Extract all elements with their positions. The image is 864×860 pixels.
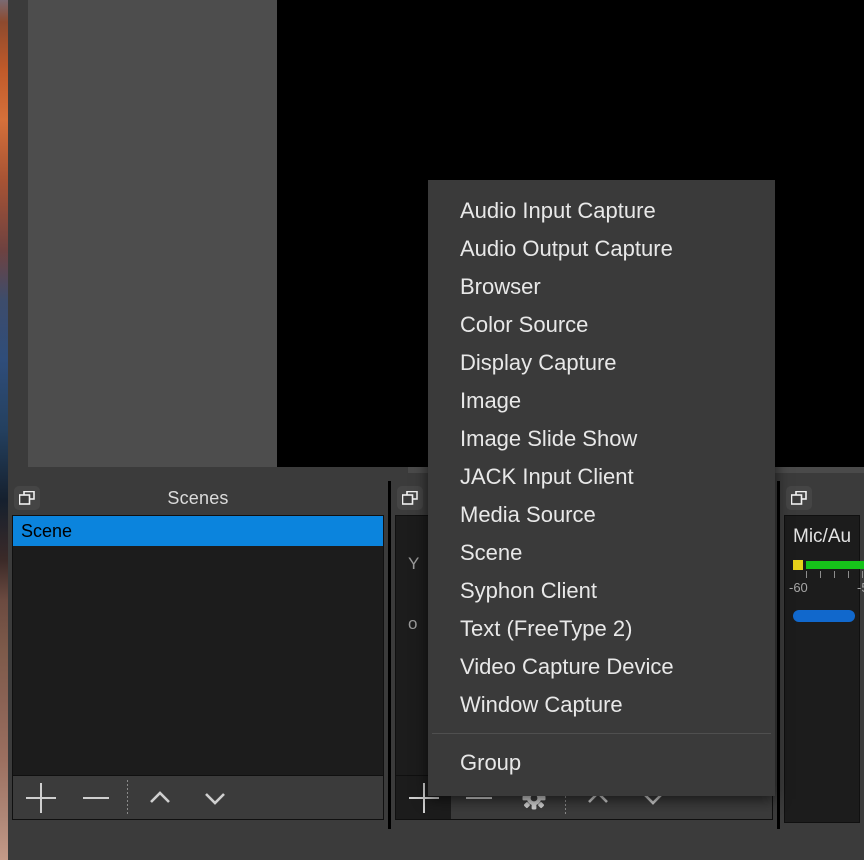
menu-spacer <box>428 734 775 744</box>
menu-item-image-slide-show[interactable]: Image Slide Show <box>428 420 775 458</box>
move-scene-up-button[interactable] <box>132 776 187 819</box>
chevron-up-icon <box>146 784 174 812</box>
scenes-dock-title: Scenes <box>167 488 228 509</box>
menu-item-audio-output-capture[interactable]: Audio Output Capture <box>428 230 775 268</box>
mixer-track-name: Mic/Au <box>793 526 855 548</box>
plus-icon <box>26 783 56 813</box>
mixer-dock-titlebar[interactable] <box>780 481 864 515</box>
volume-slider[interactable] <box>793 610 855 622</box>
move-scene-down-button[interactable] <box>187 776 242 819</box>
meter-scale-label: -60 <box>789 580 808 595</box>
undock-icon[interactable] <box>786 486 812 510</box>
menu-item-display-capture[interactable]: Display Capture <box>428 344 775 382</box>
audio-mixer-dock: Mic/Au -60 -5 <box>780 481 864 829</box>
menu-item-image[interactable]: Image <box>428 382 775 420</box>
menu-item-text-freetype-2[interactable]: Text (FreeType 2) <box>428 610 775 648</box>
menu-spacer <box>428 782 775 796</box>
menu-item-video-capture-device[interactable]: Video Capture Device <box>428 648 775 686</box>
volume-meter <box>793 560 855 570</box>
scenes-list[interactable]: Scene <box>13 516 383 775</box>
mixer-dock-body: Mic/Au -60 -5 <box>784 515 860 823</box>
menu-item-scene[interactable]: Scene <box>428 534 775 572</box>
add-source-menu[interactable]: Audio Input Capture Audio Output Capture… <box>428 180 775 796</box>
meter-scale-label: -5 <box>857 580 864 595</box>
list-item[interactable]: Scene <box>13 516 383 546</box>
preview-canvas[interactable] <box>28 0 277 467</box>
menu-item-group[interactable]: Group <box>428 744 775 782</box>
menu-item-syphon-client[interactable]: Syphon Client <box>428 572 775 610</box>
scene-item-label: Scene <box>21 521 72 542</box>
chevron-down-icon <box>201 784 229 812</box>
undock-icon[interactable] <box>14 486 40 510</box>
scenes-dock-body: Scene <box>12 515 384 820</box>
menu-item-browser[interactable]: Browser <box>428 268 775 306</box>
obs-screenshot-root: Scenes Scene <box>0 0 864 860</box>
scenes-dock-titlebar[interactable]: Scenes <box>8 481 388 515</box>
meter-peak-marker <box>793 560 803 570</box>
menu-item-media-source[interactable]: Media Source <box>428 496 775 534</box>
scenes-toolbar <box>13 775 383 819</box>
preview-left-gutter <box>8 0 28 467</box>
meter-scale: -60 -5 <box>793 580 855 596</box>
add-scene-button[interactable] <box>13 776 68 819</box>
window-footer-strip <box>8 829 864 860</box>
scenes-dock: Scenes Scene <box>8 481 388 829</box>
minus-icon <box>81 783 111 813</box>
meter-ticks <box>806 571 855 580</box>
remove-scene-button[interactable] <box>68 776 123 819</box>
menu-item-color-source[interactable]: Color Source <box>428 306 775 344</box>
menu-item-jack-input-client[interactable]: JACK Input Client <box>428 458 775 496</box>
undock-icon[interactable] <box>397 486 423 510</box>
desktop-wallpaper-strip <box>0 0 8 860</box>
menu-item-window-capture[interactable]: Window Capture <box>428 686 775 724</box>
meter-level-bar <box>806 561 864 569</box>
toolbar-separator <box>127 780 128 816</box>
menu-item-audio-input-capture[interactable]: Audio Input Capture <box>428 192 775 230</box>
mixer-track[interactable]: Mic/Au -60 -5 <box>793 526 855 622</box>
